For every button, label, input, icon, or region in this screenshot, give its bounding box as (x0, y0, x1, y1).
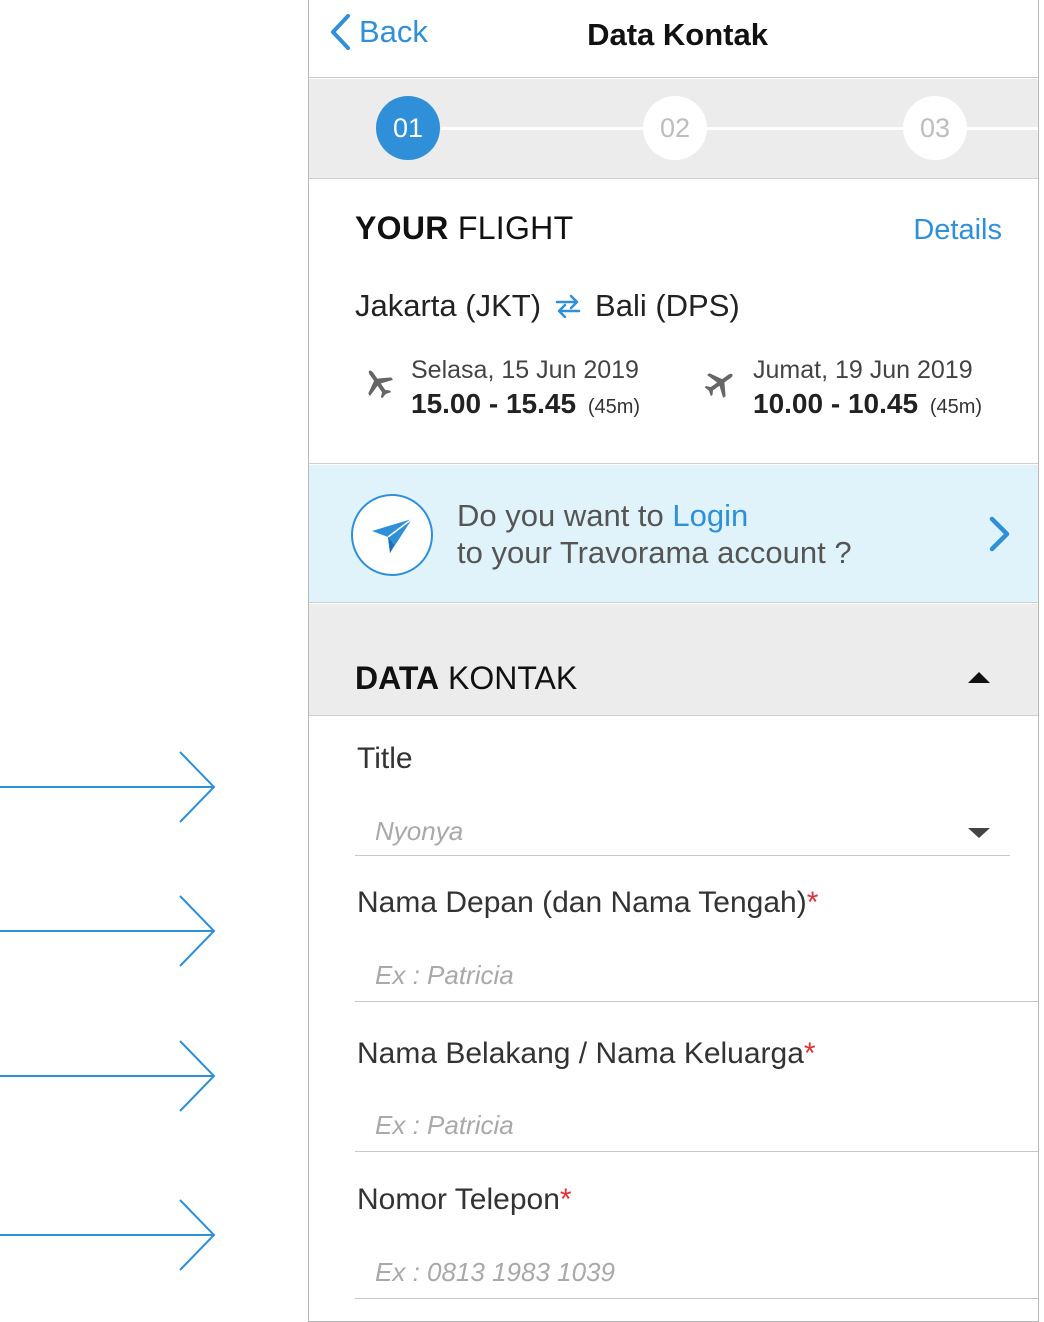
first-name-input[interactable] (355, 950, 1038, 1002)
last-name-input[interactable] (355, 1100, 1038, 1152)
last-name-field: Nama Belakang / Nama Keluarga* (355, 1037, 1038, 1155)
paper-plane-icon (372, 518, 413, 553)
flight-heading-bold: YOUR (355, 210, 449, 246)
last-name-label-text: Nama Belakang / Nama Keluarga (357, 1037, 804, 1070)
flight-summary: YOUR FLIGHT Details Jakarta (JKT) Bali (… (309, 180, 1038, 464)
required-mark: * (803, 1037, 816, 1070)
flight-route: Jakarta (JKT) Bali (DPS) (355, 288, 740, 324)
login-prompt: Do you want to Login to your Travorama a… (457, 497, 852, 571)
contact-title-light: KONTAK (448, 660, 578, 696)
login-prefix: Do you want to (457, 498, 673, 533)
return-time-range: 10.00 - 10.45 (753, 388, 919, 419)
phone-input[interactable] (355, 1247, 1038, 1299)
departure-time-range: 15.00 - 15.45 (411, 388, 577, 419)
caret-down-icon (968, 828, 990, 838)
departure-time: 15.00 - 15.45 (45m) (411, 388, 640, 420)
flight-heading: YOUR FLIGHT (355, 210, 573, 247)
annotation-arrow-phone (0, 1198, 218, 1272)
title-label: Title (357, 742, 413, 775)
plane-landing-icon (704, 373, 733, 398)
phone-field: Nomor Telepon* (355, 1183, 1038, 1301)
return-leg: Jumat, 19 Jun 2019 10.00 - 10.45 (45m) (703, 356, 1023, 426)
title-field: Title Nyonya (355, 742, 1038, 857)
step-3: 03 (903, 96, 967, 160)
first-name-label-text: Nama Depan (dan Nama Tengah) (357, 886, 807, 919)
contact-title-bold: DATA (355, 660, 440, 696)
login-icon-circle (351, 494, 433, 576)
step-connector (705, 127, 1038, 130)
step-1: 01 (376, 96, 440, 160)
phone-label-text: Nomor Telepon (357, 1183, 560, 1216)
chevron-right-icon[interactable] (988, 515, 1012, 553)
last-name-label: Nama Belakang / Nama Keluarga* (357, 1037, 816, 1071)
contact-section-title: DATA KONTAK (355, 660, 577, 697)
plane-takeoff-icon (368, 370, 393, 399)
departure-leg: Selasa, 15 Jun 2019 15.00 - 15.45 (45m) (361, 356, 661, 426)
step-2: 02 (643, 96, 707, 160)
required-mark: * (559, 1183, 572, 1216)
swap-arrows-icon (555, 294, 581, 318)
annotation-arrow-title (0, 750, 218, 824)
required-mark: * (806, 886, 819, 919)
contact-section-header: DATA KONTAK (309, 604, 1038, 716)
title-select[interactable]: Nyonya (355, 804, 1010, 856)
phone-label: Nomor Telepon* (357, 1183, 572, 1217)
departure-date: Selasa, 15 Jun 2019 (411, 356, 639, 384)
route-destination: Bali (DPS) (595, 288, 740, 323)
caret-up-icon[interactable] (968, 672, 990, 683)
login-banner[interactable]: Do you want to Login to your Travorama a… (309, 465, 1038, 603)
login-link[interactable]: Login (672, 498, 748, 533)
first-name-label: Nama Depan (dan Nama Tengah)* (357, 886, 818, 920)
login-line-1: Do you want to Login (457, 497, 852, 534)
annotation-arrow-first-name (0, 894, 218, 968)
login-line-2: to your Travorama account ? (457, 535, 852, 570)
app-header: Back Data Kontak (309, 0, 1038, 78)
return-date: Jumat, 19 Jun 2019 (753, 356, 973, 384)
title-select-value: Nyonya (375, 816, 464, 846)
departure-duration: (45m) (587, 396, 641, 418)
flight-heading-light: FLIGHT (457, 210, 574, 246)
annotation-arrow-last-name (0, 1039, 218, 1113)
details-link[interactable]: Details (913, 214, 1002, 247)
return-time: 10.00 - 10.45 (45m) (753, 388, 982, 420)
phone-screen: Back Data Kontak 01 02 03 YOUR FLIGHT De… (308, 0, 1039, 1322)
route-origin: Jakarta (JKT) (355, 288, 542, 323)
page-title: Data Kontak (587, 17, 768, 52)
progress-stepper: 01 02 03 (309, 79, 1038, 179)
return-duration: (45m) (929, 396, 983, 418)
first-name-field: Nama Depan (dan Nama Tengah)* (355, 886, 1038, 1004)
